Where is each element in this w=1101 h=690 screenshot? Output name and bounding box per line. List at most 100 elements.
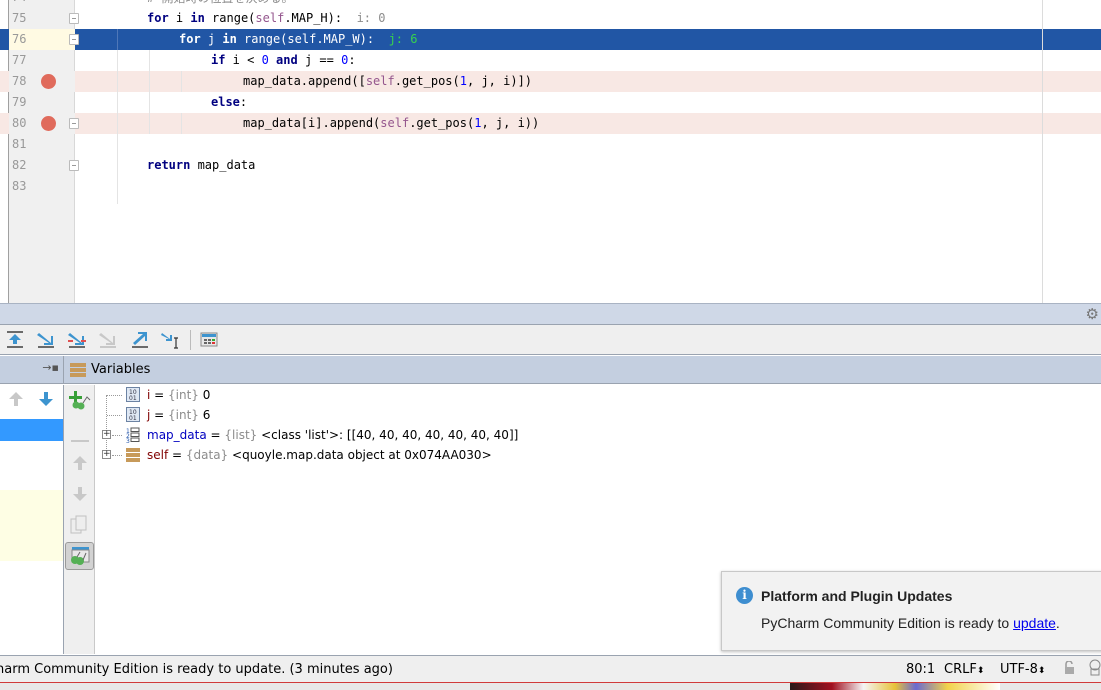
status-message[interactable]: harm Community Edition is ready to updat… bbox=[0, 662, 393, 677]
pin-icon[interactable]: →▪ bbox=[42, 361, 59, 374]
variable-name: map_data bbox=[147, 428, 207, 442]
next-frame-button[interactable] bbox=[38, 391, 54, 411]
notification-body-text: PyCharm Community Edition is ready to bbox=[761, 615, 1014, 631]
notification-body-suffix: . bbox=[1055, 615, 1060, 631]
code-line[interactable]: 83 bbox=[0, 176, 1101, 197]
tree-connector bbox=[112, 435, 122, 436]
variable-type: {int} bbox=[168, 388, 199, 402]
info-icon: i bbox=[736, 587, 753, 604]
variable-value: 6 bbox=[202, 408, 211, 422]
int-icon: 10 01 bbox=[126, 407, 140, 422]
code-token: 0 bbox=[261, 53, 269, 67]
code-token: self bbox=[287, 32, 317, 46]
variable-type: {int} bbox=[168, 408, 199, 422]
code-token: map_data bbox=[190, 158, 256, 172]
code-token: : bbox=[239, 95, 248, 109]
variable-value: 0 bbox=[202, 388, 211, 402]
run-to-cursor-button[interactable] bbox=[160, 330, 182, 350]
breakpoint-icon[interactable] bbox=[41, 74, 56, 89]
fold-marker-icon[interactable] bbox=[69, 160, 79, 171]
remove-watch-button[interactable] bbox=[71, 429, 89, 448]
move-watch-up-button[interactable] bbox=[72, 455, 88, 475]
fold-marker-icon[interactable] bbox=[69, 34, 79, 45]
evaluate-expression-button[interactable] bbox=[199, 330, 221, 350]
code-line[interactable]: 82 return map_data bbox=[0, 155, 1101, 176]
update-link[interactable]: update bbox=[1013, 615, 1056, 631]
code-line[interactable]: 80 map_data[i].append(self.get_pos(1, j, … bbox=[0, 113, 1101, 134]
code-token: j bbox=[200, 32, 223, 46]
caret-position[interactable]: 80:1 bbox=[906, 662, 935, 677]
encoding-selector[interactable]: UTF-8⬍ bbox=[1000, 662, 1045, 677]
code-line[interactable]: 81 bbox=[0, 134, 1101, 155]
line-separator-selector[interactable]: CRLF⬍ bbox=[944, 662, 984, 677]
frames-panel[interactable] bbox=[0, 385, 64, 654]
minus-icon bbox=[71, 440, 89, 442]
variables-panel-header: Variables bbox=[64, 356, 1101, 384]
line-number: 77 bbox=[12, 53, 27, 67]
show-watches-in-variables-toggle[interactable] bbox=[65, 542, 94, 570]
code-line[interactable]: 78 map_data.append([self.get_pos(1, j, i)… bbox=[0, 71, 1101, 92]
frame-item-library[interactable] bbox=[0, 490, 63, 561]
step-out-button[interactable] bbox=[129, 330, 151, 350]
indent-guide bbox=[181, 71, 182, 92]
indent-guide bbox=[117, 134, 118, 204]
equals-sign: = bbox=[206, 428, 225, 442]
hector-inspector-button[interactable] bbox=[1088, 659, 1101, 681]
line-number: 78 bbox=[12, 74, 27, 88]
line-number: 82 bbox=[12, 158, 27, 172]
variables-icon bbox=[70, 363, 86, 377]
indent-guide bbox=[149, 71, 150, 92]
partial-comment: # 開始時の位置を決める。 bbox=[147, 0, 293, 6]
updown-icon: ⬍ bbox=[976, 666, 985, 676]
code-editor[interactable]: # 開始時の位置を決める。 74 75for i in range(self.M… bbox=[0, 0, 1101, 303]
frames-panel-header: →▪ bbox=[0, 356, 64, 384]
frame-item-selected[interactable] bbox=[0, 419, 63, 441]
line-number: 75 bbox=[12, 11, 27, 25]
step-over-icon bbox=[37, 333, 54, 348]
expand-icon[interactable]: + bbox=[102, 430, 111, 439]
updown-icon: ⬍ bbox=[1037, 666, 1046, 676]
tree-connector bbox=[107, 395, 122, 396]
expand-icon[interactable]: + bbox=[102, 450, 111, 459]
debug-toolbar bbox=[0, 325, 1101, 355]
fold-marker-icon[interactable] bbox=[69, 118, 79, 129]
code-token: .MAP_H): bbox=[284, 11, 357, 25]
step-into-button[interactable] bbox=[66, 330, 88, 350]
code-line[interactable]: 76 for j in range(self.MAP_W): j: 6 bbox=[0, 29, 1101, 50]
tree-connector bbox=[112, 455, 122, 456]
read-only-toggle[interactable] bbox=[1063, 660, 1075, 679]
show-execution-point-button[interactable] bbox=[4, 330, 26, 350]
code-token: 1 bbox=[459, 74, 467, 88]
fold-marker-icon[interactable] bbox=[69, 13, 79, 24]
previous-frame-button[interactable] bbox=[8, 391, 24, 411]
step-into-my-code-button[interactable] bbox=[97, 330, 119, 350]
move-watch-down-button[interactable] bbox=[72, 486, 88, 506]
copy-watch-button[interactable] bbox=[70, 515, 88, 539]
right-margin-guide bbox=[1042, 0, 1043, 303]
code-token: j == bbox=[297, 53, 342, 67]
update-notification-balloon[interactable]: i Platform and Plugin Updates PyCharm Co… bbox=[721, 571, 1101, 651]
breakpoint-icon[interactable] bbox=[41, 116, 56, 131]
line-number: 79 bbox=[12, 95, 27, 109]
new-watch-button[interactable] bbox=[69, 391, 91, 415]
code-token: if bbox=[211, 53, 226, 67]
code-text: for j in range(self.MAP_W): j: 6 bbox=[179, 32, 417, 46]
status-bar: harm Community Edition is ready to updat… bbox=[0, 655, 1101, 683]
code-line[interactable]: 79 else: bbox=[0, 92, 1101, 113]
variables-toolbar bbox=[64, 385, 95, 654]
indent-guide bbox=[181, 113, 182, 134]
code-line[interactable]: 77 if i < 0 and j == 0: bbox=[0, 50, 1101, 71]
step-into-icon bbox=[68, 333, 86, 348]
variable-value: <quoyle.map.data object at 0x074AA030> bbox=[232, 448, 492, 462]
code-token: map_data[i].append( bbox=[243, 116, 381, 130]
gear-icon[interactable]: ⚙ bbox=[1086, 306, 1099, 322]
list-icon: 123 bbox=[126, 427, 140, 445]
code-line[interactable]: 75 for i in range(self.MAP_H): i: 0 bbox=[0, 8, 1101, 29]
variable-text: j = {int} 6 bbox=[147, 408, 210, 422]
add-watch-icon bbox=[69, 391, 91, 410]
step-over-button[interactable] bbox=[35, 330, 57, 350]
indent-guide bbox=[117, 29, 118, 50]
int-icon: 10 01 bbox=[126, 387, 140, 402]
code-token: : bbox=[348, 53, 356, 67]
